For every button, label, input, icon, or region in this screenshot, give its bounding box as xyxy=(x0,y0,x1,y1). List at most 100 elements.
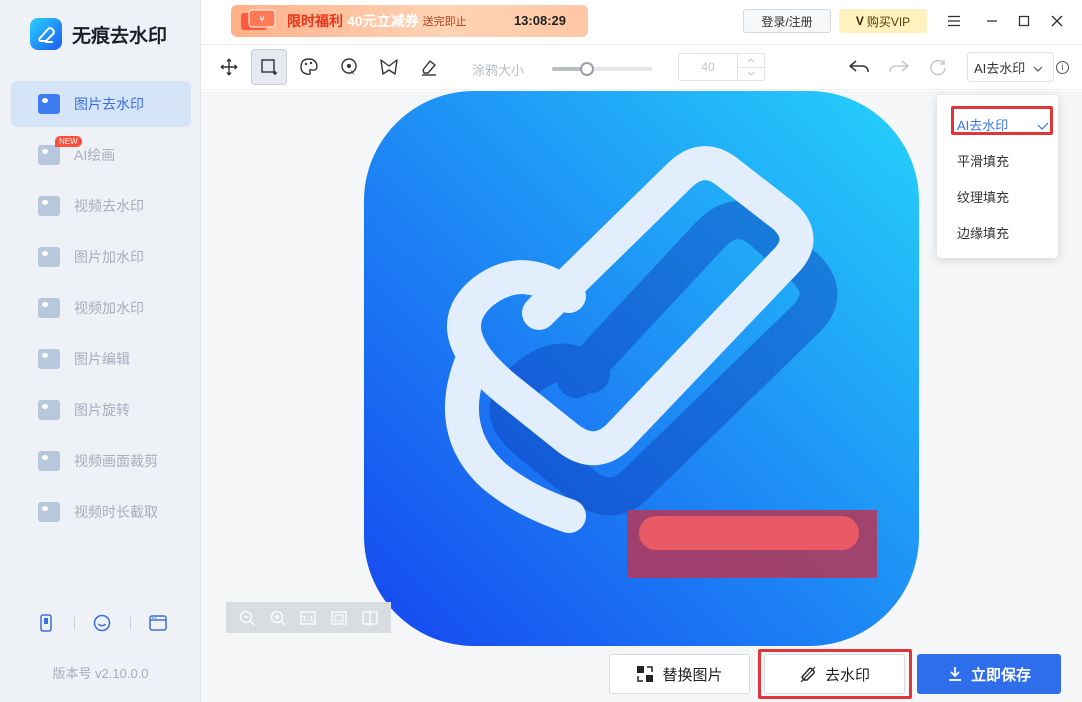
toolbar: 涂鸦大小 40 AI去水印 i xyxy=(201,44,1082,90)
app-logo: 无痕去水印 xyxy=(30,18,167,50)
lasso-tool-icon[interactable] xyxy=(371,49,407,85)
save-label: 立即保存 xyxy=(970,666,1031,684)
video-crop-icon xyxy=(38,451,60,471)
sidebar-nav: 图片去水印 NEW AI绘画 视频去水印 图片加水印 视频加水印 图片编辑 图片… xyxy=(11,81,191,540)
move-tool-icon[interactable] xyxy=(211,49,247,85)
replace-icon xyxy=(636,665,654,683)
sidebar-item-label: 图片旋转 xyxy=(74,402,130,418)
promo-note: 送完即止 xyxy=(422,16,467,28)
divider xyxy=(73,616,75,630)
sidebar-item-label: 视频加水印 xyxy=(74,300,144,316)
vip-mark-icon: V xyxy=(855,14,864,28)
option-smooth-fill[interactable]: 平滑填充 xyxy=(957,151,1009,170)
zoom-controls: 1:1 xyxy=(226,602,391,633)
window-icon[interactable] xyxy=(144,610,172,636)
option-texture-fill[interactable]: 纹理填充 xyxy=(957,187,1009,206)
vip-label: 购买VIP xyxy=(866,14,911,29)
check-icon xyxy=(1037,117,1052,135)
sidebar-item-label: 视频画面裁剪 xyxy=(74,453,158,469)
preview-image xyxy=(364,91,919,646)
option-ai-remove[interactable]: AI去水印 xyxy=(957,115,1008,134)
promo-title: 限时福利 xyxy=(287,13,343,29)
svg-text:¥: ¥ xyxy=(259,15,264,24)
smile-icon[interactable] xyxy=(88,610,116,636)
remove-watermark-label: 去水印 xyxy=(824,666,870,684)
removal-mode-value: AI去水印 xyxy=(974,60,1026,76)
minimize-icon[interactable] xyxy=(982,11,1002,31)
video-trim-icon xyxy=(38,502,60,522)
brush-size-value[interactable]: 40 xyxy=(679,54,738,80)
phone-icon[interactable] xyxy=(32,610,60,636)
smart-select-tool-icon[interactable] xyxy=(331,49,367,85)
video-watermark-icon xyxy=(38,196,60,216)
undo-icon[interactable] xyxy=(841,49,877,85)
login-button[interactable]: 登录/注册 xyxy=(743,9,831,33)
brush-size-label: 涂鸦大小 xyxy=(472,63,525,78)
menu-icon[interactable] xyxy=(944,11,964,31)
rect-select-tool-icon[interactable] xyxy=(251,49,287,85)
sidebar-item-video-watermark[interactable]: 视频去水印 xyxy=(11,183,191,229)
sidebar-item-label: 视频时长截取 xyxy=(74,504,158,520)
remove-watermark-button[interactable]: 去水印 xyxy=(764,654,905,694)
info-icon[interactable]: i xyxy=(1056,61,1069,74)
removal-mode-select[interactable]: AI去水印 xyxy=(967,52,1054,82)
option-edge-fill[interactable]: 边缘填充 xyxy=(957,223,1009,242)
save-button[interactable]: 立即保存 xyxy=(917,654,1061,694)
removal-mode-dropdown: AI去水印 平滑填充 纹理填充 边缘填充 xyxy=(937,95,1058,258)
close-icon[interactable] xyxy=(1047,11,1067,31)
promo-amount: 40元立减券 xyxy=(347,13,419,29)
eraser-icon xyxy=(799,665,817,683)
fit-screen-icon[interactable] xyxy=(328,607,350,629)
sidebar-item-label: 视频去水印 xyxy=(74,198,144,214)
download-icon xyxy=(947,666,963,682)
reset-icon[interactable] xyxy=(920,49,956,85)
actual-size-icon[interactable]: 1:1 xyxy=(297,607,319,629)
chevron-down-icon[interactable] xyxy=(738,68,764,81)
brush-size-slider[interactable] xyxy=(552,62,652,76)
sidebar-item-image-watermark[interactable]: 图片去水印 xyxy=(11,81,191,127)
image-add-watermark-icon xyxy=(38,247,60,267)
maximize-icon[interactable] xyxy=(1014,11,1034,31)
slider-handle[interactable] xyxy=(580,62,594,76)
sidebar-item-video-trim[interactable]: 视频时长截取 xyxy=(11,489,191,535)
brush-tool-icon[interactable] xyxy=(291,49,327,85)
image-rotate-icon xyxy=(38,400,60,420)
sidebar-item-image-rotate[interactable]: 图片旋转 xyxy=(11,387,191,433)
sidebar-item-ai-paint[interactable]: NEW AI绘画 xyxy=(11,132,191,178)
replace-image-label: 替换图片 xyxy=(662,666,723,684)
chevron-down-icon xyxy=(1033,60,1043,75)
sidebar-item-video-add-watermark[interactable]: 视频加水印 xyxy=(11,285,191,331)
svg-text:1:1: 1:1 xyxy=(303,615,314,623)
sidebar-item-label: 图片编辑 xyxy=(74,351,130,367)
promo-countdown: 13:08:29 xyxy=(513,13,566,28)
zoom-in-icon[interactable] xyxy=(267,607,289,629)
image-watermark-icon xyxy=(38,94,60,114)
ai-paint-icon xyxy=(38,145,60,165)
redo-icon[interactable] xyxy=(881,49,917,85)
sidebar-tools xyxy=(32,610,172,636)
sidebar-item-image-edit[interactable]: 图片编辑 xyxy=(11,336,191,382)
version-label: 版本号 v2.10.0.0 xyxy=(52,666,149,681)
video-add-watermark-icon xyxy=(38,298,60,318)
zoom-out-icon[interactable] xyxy=(236,607,258,629)
replace-image-button[interactable]: 替换图片 xyxy=(609,654,750,694)
sidebar-item-label: 图片加水印 xyxy=(74,249,144,265)
sidebar-item-video-crop[interactable]: 视频画面裁剪 xyxy=(11,438,191,484)
image-edit-icon xyxy=(38,349,60,369)
chevron-up-icon[interactable] xyxy=(738,54,764,68)
eraser-tool-icon[interactable] xyxy=(411,49,447,85)
compare-icon[interactable] xyxy=(359,607,381,629)
sidebar: 无痕去水印 图片去水印 NEW AI绘画 视频去水印 图片加水印 视频加水印 图… xyxy=(0,0,201,702)
promo-banner[interactable]: ¥ 限时福利 40元立减券 送完即止 13:08:29 xyxy=(231,5,588,37)
buy-vip-button[interactable]: V 购买VIP xyxy=(839,9,927,33)
sidebar-item-label: AI绘画 xyxy=(74,147,116,163)
eraser-logo-icon xyxy=(30,18,62,50)
app-name: 无痕去水印 xyxy=(72,25,168,47)
coupon-gift-icon: ¥ xyxy=(237,7,281,35)
titlebar: ¥ 限时福利 40元立减券 送完即止 13:08:29 登录/注册 V 购买VI… xyxy=(201,0,1082,42)
sidebar-item-label: 图片去水印 xyxy=(74,96,144,112)
brush-size-stepper[interactable]: 40 xyxy=(678,53,765,81)
new-badge: NEW xyxy=(55,136,82,147)
divider xyxy=(129,616,131,630)
sidebar-item-image-add-watermark[interactable]: 图片加水印 xyxy=(11,234,191,280)
